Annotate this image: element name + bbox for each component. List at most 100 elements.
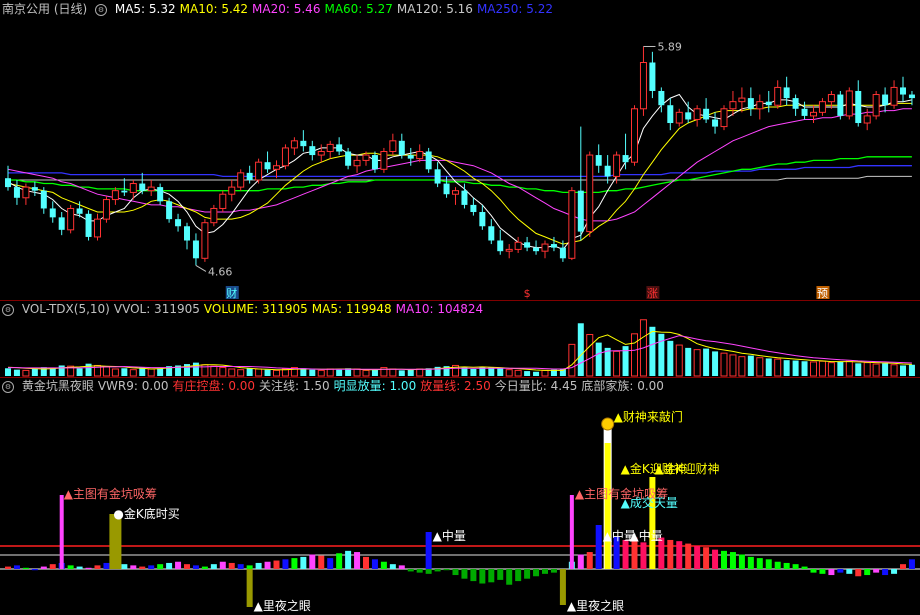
candle — [703, 98, 710, 124]
candle-body — [5, 178, 11, 188]
volume-bar — [568, 343, 576, 377]
indicator-bar — [363, 556, 369, 569]
indicator-label: VWR9: 0.00 — [97, 379, 169, 393]
volume-bar — [872, 363, 880, 377]
candle — [845, 87, 853, 120]
candle-body — [855, 90, 862, 124]
candle — [658, 87, 665, 113]
volume-bar — [801, 361, 808, 376]
candle-body — [488, 226, 495, 241]
volume-header: ⚙ VOL-TDX(5,10) VVOL: 311905 VOLUME: 31190… — [2, 302, 491, 316]
event-marker: 财 — [226, 286, 237, 300]
ma5-line — [7, 93, 912, 250]
volume-bar — [255, 368, 263, 377]
candle — [380, 147, 388, 173]
candle — [31, 181, 38, 196]
signal-bar — [109, 514, 122, 569]
indicator-bar — [219, 561, 226, 569]
candle — [667, 98, 674, 131]
candle-body — [514, 241, 522, 250]
indicator-bar — [882, 569, 889, 576]
volume-label: VOL-TDX(5,10) — [21, 302, 110, 316]
volume-bar — [317, 369, 325, 377]
candle — [631, 105, 638, 166]
candle-body — [550, 244, 557, 248]
candle — [774, 80, 782, 109]
indicator-bar — [237, 564, 244, 569]
volume-bar — [703, 348, 710, 376]
candle — [801, 101, 808, 120]
indicator-bar — [228, 562, 235, 569]
signal-bar — [246, 569, 253, 607]
indicator-bar — [425, 569, 432, 574]
candle-body — [613, 154, 621, 177]
candle-body — [398, 140, 405, 156]
candle-body — [774, 86, 782, 106]
indicator-bar — [461, 569, 468, 579]
settings-circle-icon[interactable]: ⚙ — [2, 380, 14, 393]
candle — [49, 201, 56, 223]
candle — [309, 140, 316, 161]
event-marker: 预 — [817, 287, 828, 300]
indicator-bar — [139, 566, 146, 569]
indicator-bar — [380, 561, 387, 569]
candle-body — [273, 165, 280, 170]
candle — [497, 229, 504, 255]
ma10-line — [7, 102, 912, 245]
candle — [326, 140, 334, 159]
candle — [425, 147, 432, 173]
volume-bar — [147, 368, 155, 377]
candle — [67, 204, 75, 234]
candle-body — [264, 162, 271, 170]
volume-bar — [416, 368, 424, 377]
candle-body — [353, 159, 361, 167]
volume-bar — [890, 364, 898, 377]
candle — [166, 197, 173, 223]
volume-bar — [756, 357, 764, 377]
indicator-bar — [94, 565, 101, 569]
candle — [175, 213, 182, 232]
candle-body — [720, 108, 728, 128]
indicator-bar — [407, 569, 414, 572]
candle-body — [461, 190, 468, 205]
volume-bar — [685, 347, 692, 376]
volume-bar — [461, 367, 468, 376]
indicator-bar — [22, 567, 29, 569]
candle-body — [658, 90, 665, 106]
volume-bar — [845, 360, 853, 377]
candle-body — [900, 87, 906, 95]
candle-body — [631, 108, 638, 163]
candle — [900, 76, 906, 102]
indicator-bar — [864, 569, 871, 576]
candle-body — [210, 207, 218, 224]
indicator-bar — [497, 569, 504, 580]
volume-bar — [863, 362, 871, 377]
settings-circle-icon[interactable]: ⚙ — [2, 303, 14, 316]
indicator-bar — [694, 546, 701, 569]
indicator-bar — [184, 564, 190, 569]
volume-bar — [533, 371, 540, 376]
volume-bar — [900, 365, 906, 376]
candle — [890, 80, 898, 109]
volume-bar — [210, 365, 218, 377]
candle-body — [201, 222, 209, 259]
indicator-bar — [792, 564, 799, 569]
candle-body — [345, 151, 352, 166]
candle — [237, 169, 245, 191]
indicator-legend: 黄金坑黑夜眼 VWR9: 0.00 有庄控盘: 0.00 关注线: 1.50 明显放量:… — [22, 379, 668, 393]
candle-body — [317, 151, 325, 156]
indicator-bar — [175, 561, 182, 569]
candle-body — [157, 187, 164, 202]
candle — [281, 144, 289, 170]
volume-bar — [577, 323, 584, 376]
price-chart: 5.89 4.66 财 $ 涨 预 — [5, 40, 915, 300]
indicator-bar — [900, 564, 906, 569]
volume-bar — [783, 360, 790, 376]
candle-body — [67, 207, 75, 231]
candle — [810, 105, 817, 124]
candle-body — [604, 165, 611, 177]
volume-bar — [264, 369, 271, 376]
indicator-bar — [255, 562, 262, 569]
low-leader — [195, 264, 207, 272]
candle-body — [13, 187, 20, 198]
